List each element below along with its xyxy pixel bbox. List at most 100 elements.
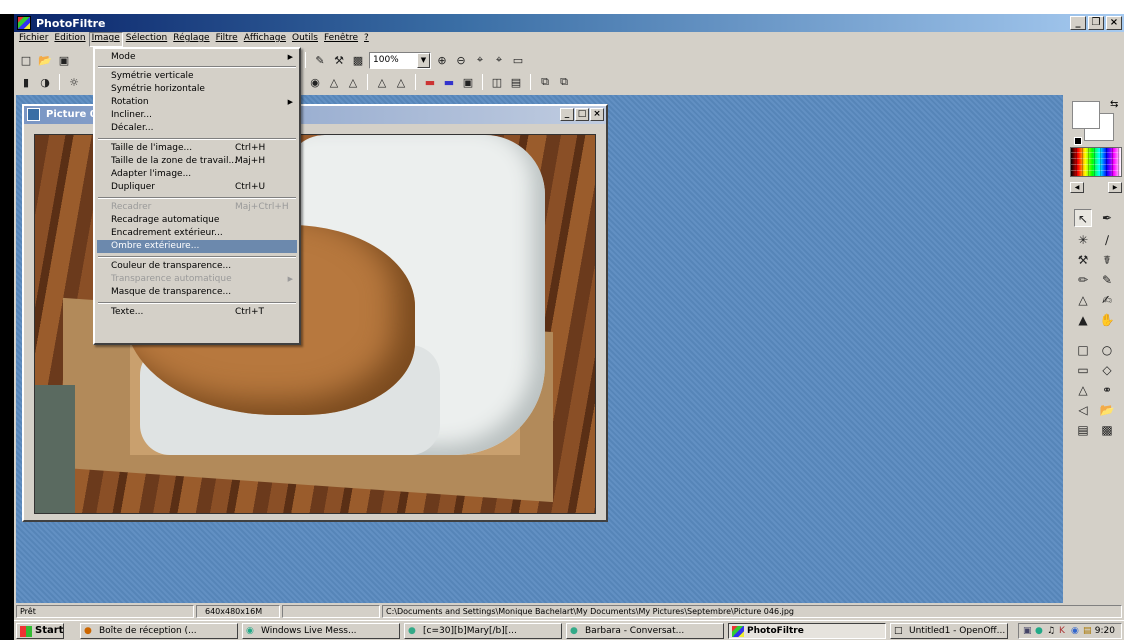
menu-edition[interactable]: Edition <box>51 32 88 47</box>
menu-item-adapter-image[interactable]: Adapter l'image... <box>97 168 297 181</box>
magic-wand-icon[interactable]: ✳ <box>1074 231 1092 249</box>
rotate-right-icon[interactable]: ▤ <box>508 74 524 90</box>
minimize-button[interactable]: _ <box>1070 16 1086 30</box>
menu-affichage[interactable]: Affichage <box>241 32 289 47</box>
fill-bucket-icon[interactable]: ⚒ <box>1074 251 1092 269</box>
chevron-down-icon[interactable]: ▼ <box>417 52 430 68</box>
screen-icon[interactable]: ▩ <box>350 52 366 68</box>
volume-icon[interactable]: ♫ <box>1047 626 1057 636</box>
copy-icon[interactable]: ⧉ <box>537 74 553 90</box>
menu-item-symetrie-horizontale[interactable]: Symétrie horizontale <box>97 83 297 96</box>
scroll-left-icon[interactable]: ◀ <box>1070 182 1084 193</box>
task-chat-mary[interactable]: ● [c=30][b]Mary[/b][... <box>404 623 562 639</box>
diamond-select-icon[interactable]: ◇ <box>1098 361 1116 379</box>
doc-minimize-button[interactable]: _ <box>560 108 574 121</box>
foreground-color-swatch[interactable] <box>1072 101 1100 129</box>
menu-item-ombre-exterieure[interactable]: Ombre extérieure... <box>97 240 297 253</box>
blur-tool-icon[interactable]: △ <box>1074 291 1092 309</box>
blur-icon[interactable]: ◉ <box>307 74 323 90</box>
menu-fenetre[interactable]: Fenêtre <box>321 32 361 47</box>
menu-item-rotation[interactable]: Rotation ▶ <box>97 96 297 109</box>
network-icon[interactable]: ▣ <box>1023 626 1033 636</box>
close-button[interactable]: × <box>1106 16 1122 30</box>
messenger-tray-icon[interactable]: ● <box>1035 626 1045 636</box>
antivirus-icon[interactable]: K <box>1059 626 1069 636</box>
menu-item-encadrement[interactable]: Encadrement extérieur... <box>97 227 297 240</box>
rectangle-select-icon[interactable]: □ <box>1074 341 1092 359</box>
brush-icon[interactable]: ✎ <box>312 52 328 68</box>
sharpen-icon[interactable]: △ <box>345 74 361 90</box>
zoom-select[interactable]: 100% ▼ <box>369 51 431 69</box>
actual-size-icon[interactable]: ⌖ <box>491 52 507 68</box>
auto-levels-icon[interactable]: ▮ <box>18 74 34 90</box>
task-photofiltre[interactable]: PhotoFiltre <box>728 623 886 639</box>
smudge-tool-icon[interactable]: ✍ <box>1098 291 1116 309</box>
task-messenger[interactable]: ◉ Windows Live Mess... <box>242 623 400 639</box>
spray-icon[interactable]: ☤ <box>1098 251 1116 269</box>
polygon-select-icon[interactable]: ◁ <box>1074 401 1092 419</box>
doc-maximize-button[interactable]: □ <box>575 108 589 121</box>
fit-window-icon[interactable]: ⌖ <box>472 52 488 68</box>
menu-outils[interactable]: Outils <box>289 32 321 47</box>
menu-fichier[interactable]: Fichier <box>16 32 51 47</box>
menu-item-recadrage-auto[interactable]: Recadrage automatique <box>97 214 297 227</box>
fill-icon[interactable]: ⚒ <box>331 52 347 68</box>
auto-contrast-icon[interactable]: ◑ <box>37 74 53 90</box>
zoom-out-icon[interactable]: ⊖ <box>453 52 469 68</box>
menu-item-dupliquer[interactable]: Dupliquer Ctrl+U <box>97 181 297 194</box>
image-size-icon[interactable]: ▣ <box>460 74 476 90</box>
menu-reglage[interactable]: Réglage <box>170 32 212 47</box>
doc-close-button[interactable]: × <box>590 108 604 121</box>
advanced-brush-icon[interactable]: ✎ <box>1098 271 1116 289</box>
pointer-tool-icon[interactable]: ↖ <box>1074 209 1092 227</box>
drop-icon[interactable]: △ <box>326 74 342 90</box>
hand-tool-icon[interactable]: ✋ <box>1098 311 1116 329</box>
menu-item-decaler[interactable]: Décaler... <box>97 122 297 135</box>
open-folder-icon[interactable]: 📂 <box>37 52 53 68</box>
swap-colors-icon[interactable]: ⇆ <box>1110 99 1118 110</box>
menu-item-symetrie-verticale[interactable]: Symétrie verticale <box>97 70 297 83</box>
lasso-select-icon[interactable]: ⚭ <box>1098 381 1116 399</box>
drop-light-icon[interactable]: △ <box>374 74 390 90</box>
task-openoffice[interactable]: □ Untitled1 - OpenOff... <box>890 623 1008 639</box>
zoom-in-icon[interactable]: ⊕ <box>434 52 450 68</box>
menu-image[interactable]: Image <box>88 32 123 47</box>
menu-item-mode[interactable]: Mode ▶ <box>97 51 297 64</box>
fullscreen-icon[interactable]: ▭ <box>510 52 526 68</box>
clone-stamp-icon[interactable]: ▲ <box>1074 311 1092 329</box>
text-box-icon[interactable]: ▩ <box>1098 421 1116 439</box>
menu-item-taille-image[interactable]: Taille de l'image... Ctrl+H <box>97 142 297 155</box>
task-chat-barbara[interactable]: ● Barbara - Conversat... <box>566 623 724 639</box>
rounded-rect-select-icon[interactable]: ▭ <box>1074 361 1092 379</box>
open-shape-icon[interactable]: 📂 <box>1098 401 1116 419</box>
flip-vertical-icon[interactable]: ▬ <box>422 74 438 90</box>
new-file-icon[interactable]: □ <box>18 52 34 68</box>
default-colors-icon[interactable] <box>1074 137 1082 145</box>
scroll-right-icon[interactable]: ▶ <box>1108 182 1122 193</box>
rotate-left-icon[interactable]: ◫ <box>489 74 505 90</box>
update-icon[interactable]: ▤ <box>1083 626 1093 636</box>
save-icon[interactable]: ▣ <box>56 52 72 68</box>
menu-item-texte[interactable]: Texte... Ctrl+T <box>97 306 297 319</box>
menu-item-masque-transparence[interactable]: Masque de transparence... <box>97 286 297 299</box>
menu-filtre[interactable]: Filtre <box>213 32 241 47</box>
security-icon[interactable]: ◉ <box>1071 626 1081 636</box>
flip-horizontal-icon[interactable]: ▬ <box>441 74 457 90</box>
menu-item-taille-zone[interactable]: Taille de la zone de travail... Maj+H <box>97 155 297 168</box>
color-picker-icon[interactable]: ✒ <box>1098 209 1116 227</box>
menu-help[interactable]: ? <box>361 32 372 47</box>
paste-icon[interactable]: ⧉ <box>556 74 572 90</box>
ellipse-select-icon[interactable]: ○ <box>1098 341 1116 359</box>
menu-selection[interactable]: Sélection <box>123 32 170 47</box>
line-tool-icon[interactable]: ∕ <box>1098 231 1116 249</box>
drop-dark-icon[interactable]: △ <box>393 74 409 90</box>
start-button[interactable]: Start <box>16 623 64 639</box>
color-grid[interactable] <box>1070 147 1122 177</box>
menu-item-incliner[interactable]: Incliner... <box>97 109 297 122</box>
triangle-select-icon[interactable]: △ <box>1074 381 1092 399</box>
maximize-button[interactable]: ❒ <box>1088 16 1104 30</box>
brush-tool-icon[interactable]: ✏ <box>1074 271 1092 289</box>
select-all-icon[interactable]: ▤ <box>1074 421 1092 439</box>
menu-item-couleur-transparence[interactable]: Couleur de transparence... <box>97 260 297 273</box>
task-mail[interactable]: ● Boîte de réception (... <box>80 623 238 639</box>
